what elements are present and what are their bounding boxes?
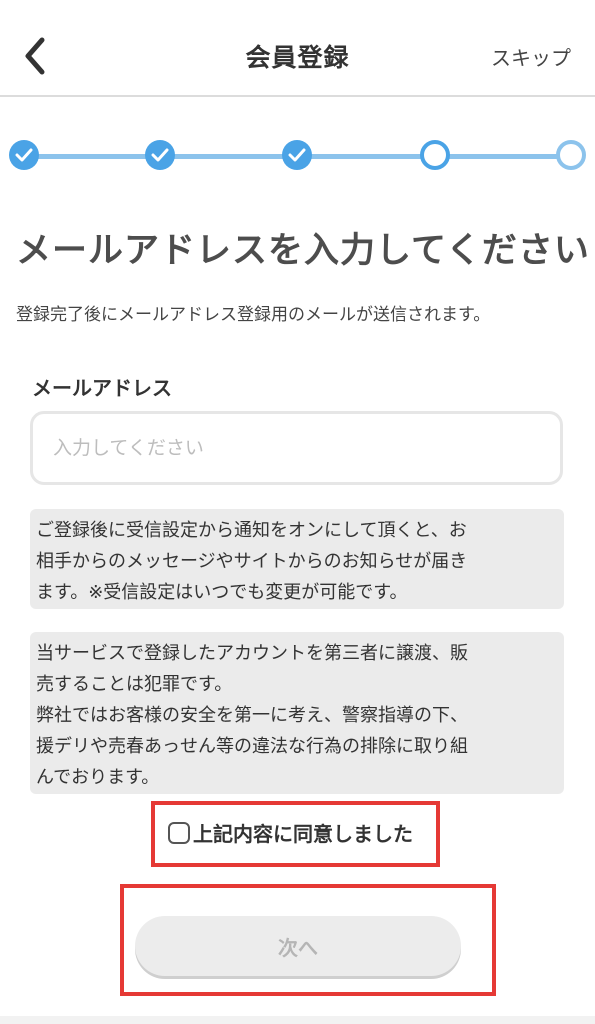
header-bar: 会員登録 スキップ [0, 0, 595, 97]
notice-line: 援デリや売春あっせん等の違法な行為の排除に取り組 [36, 736, 468, 757]
step-4-current [420, 140, 450, 170]
checkmark-icon [288, 148, 306, 162]
instruction-text: 登録完了後にメールアドレス登録用のメールが送信されます。 [16, 305, 491, 325]
step-2-completed [145, 140, 175, 170]
skip-button[interactable]: スキップ [491, 42, 571, 71]
step-5-upcoming [556, 140, 586, 170]
main-heading: メールアドレスを入力してください [16, 231, 590, 271]
checkmark-icon [151, 148, 169, 162]
notification-notice: ご登録後に受信設定から通知をオンにして頂くと、お 相手からのメッセージやサイトか… [30, 509, 564, 609]
notice-line: 相手からのメッセージやサイトからのお知らせが届き [36, 551, 468, 572]
notice-line: ご登録後に受信設定から通知をオンにして頂くと、お [36, 520, 467, 541]
notice-line: ます。※受信設定はいつでも変更が可能です。 [36, 582, 408, 603]
agree-checkbox[interactable] [168, 821, 190, 844]
email-label: メールアドレス [32, 376, 172, 400]
legal-notice: 当サービスで登録したアカウントを第三者に譲渡、販 売することは犯罪です。 弊社で… [30, 632, 564, 794]
notice-line: 弊社ではお客様の安全を第一に考え、警察指導の下、 [36, 705, 468, 726]
notice-line: 当サービスで登録したアカウントを第三者に譲渡、販 [36, 643, 468, 664]
email-field[interactable] [30, 411, 563, 485]
agree-checkbox-row[interactable]: 上記内容に同意しました [168, 818, 413, 847]
step-1-completed [9, 140, 39, 170]
step-3-completed [282, 140, 312, 170]
bottom-bar [0, 1016, 595, 1024]
agree-label: 上記内容に同意しました [193, 822, 413, 846]
checkmark-icon [15, 148, 33, 162]
notice-line: んでおります。 [36, 767, 160, 788]
notice-line: 売することは犯罪です。 [36, 674, 233, 695]
progress-stepper [0, 130, 595, 182]
next-button[interactable]: 次へ [135, 916, 461, 976]
